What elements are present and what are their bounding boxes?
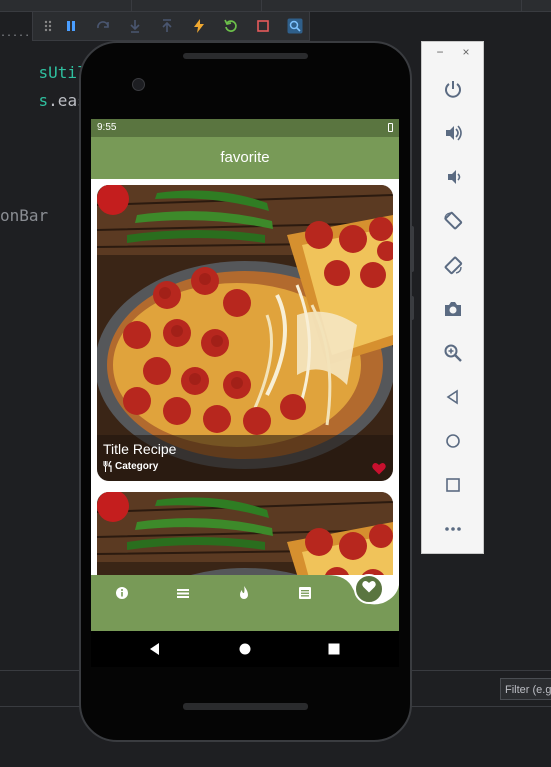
editor-prefix: s	[38, 91, 49, 110]
side-button	[410, 296, 414, 320]
volume-up-icon[interactable]	[442, 122, 464, 144]
stop-icon[interactable]	[254, 17, 272, 35]
pizza-image	[97, 492, 393, 575]
close-button[interactable]: ×	[460, 46, 472, 58]
emulator-controls-panel: − ×	[421, 41, 484, 554]
recipe-card[interactable]: Title Recipe Category	[97, 185, 393, 481]
favorite-fab[interactable]	[354, 574, 384, 604]
recipe-category-row: Category	[103, 460, 159, 472]
filter-input[interactable]: Filter (e.g	[500, 678, 551, 700]
step-out-icon[interactable]	[158, 17, 176, 35]
side-button	[410, 226, 414, 272]
heart-icon	[362, 580, 376, 598]
status-bar: 9:55	[91, 119, 399, 137]
drag-handle-icon[interactable]	[39, 17, 57, 35]
back-icon[interactable]	[442, 386, 464, 408]
app-bar: favorite	[91, 137, 399, 179]
tab-divider	[260, 0, 262, 11]
earpiece	[183, 53, 308, 59]
editor-fragment: ......	[0, 28, 37, 39]
menu-icon[interactable]	[175, 585, 191, 601]
hot-reload-icon[interactable]	[190, 17, 208, 35]
page-title: favorite	[220, 149, 270, 166]
bottom-nav	[91, 575, 399, 631]
more-icon[interactable]	[442, 518, 464, 540]
tab-divider	[520, 0, 522, 11]
rotate-right-icon[interactable]	[442, 254, 464, 276]
volume-down-icon[interactable]	[442, 166, 464, 188]
front-camera	[132, 78, 145, 91]
favorites-list[interactable]: Title Recipe Category	[91, 179, 399, 575]
tab-divider	[130, 0, 132, 11]
card-caption: Title Recipe Category	[97, 435, 393, 481]
overview-icon[interactable]	[442, 474, 464, 496]
zoom-icon[interactable]	[442, 342, 464, 364]
editor-line-appbar[interactable]: onBar	[0, 206, 48, 225]
home-icon[interactable]	[442, 430, 464, 452]
emulator-toolbar	[32, 11, 310, 41]
step-into-icon[interactable]	[126, 17, 144, 35]
system-navigation-bar	[91, 631, 399, 667]
info-icon[interactable]	[114, 585, 130, 601]
inspect-icon[interactable]	[286, 17, 304, 35]
pause-icon[interactable]	[62, 17, 80, 35]
home-icon[interactable]	[237, 641, 253, 657]
list-icon[interactable]	[297, 585, 313, 601]
recipe-card[interactable]	[97, 492, 393, 575]
back-icon[interactable]	[147, 641, 163, 657]
step-over-icon[interactable]	[94, 17, 112, 35]
battery-icon	[388, 123, 393, 132]
recipe-title: Title Recipe	[103, 441, 177, 457]
power-icon[interactable]	[442, 78, 464, 100]
fire-icon[interactable]	[236, 585, 252, 601]
hot-restart-icon[interactable]	[222, 17, 240, 35]
status-time: 9:55	[97, 122, 117, 133]
fork-knife-icon	[103, 460, 113, 472]
rotate-left-icon[interactable]	[442, 210, 464, 232]
bottom-speaker	[183, 703, 308, 710]
camera-icon[interactable]	[442, 298, 464, 320]
recents-icon[interactable]	[326, 641, 342, 657]
app-screen: 9:55 favorite Title Recipe Category	[91, 119, 399, 631]
minimize-button[interactable]: −	[434, 46, 446, 58]
recipe-category: Category	[115, 461, 159, 472]
nav-notch	[327, 575, 399, 605]
heart-icon[interactable]	[372, 462, 386, 475]
